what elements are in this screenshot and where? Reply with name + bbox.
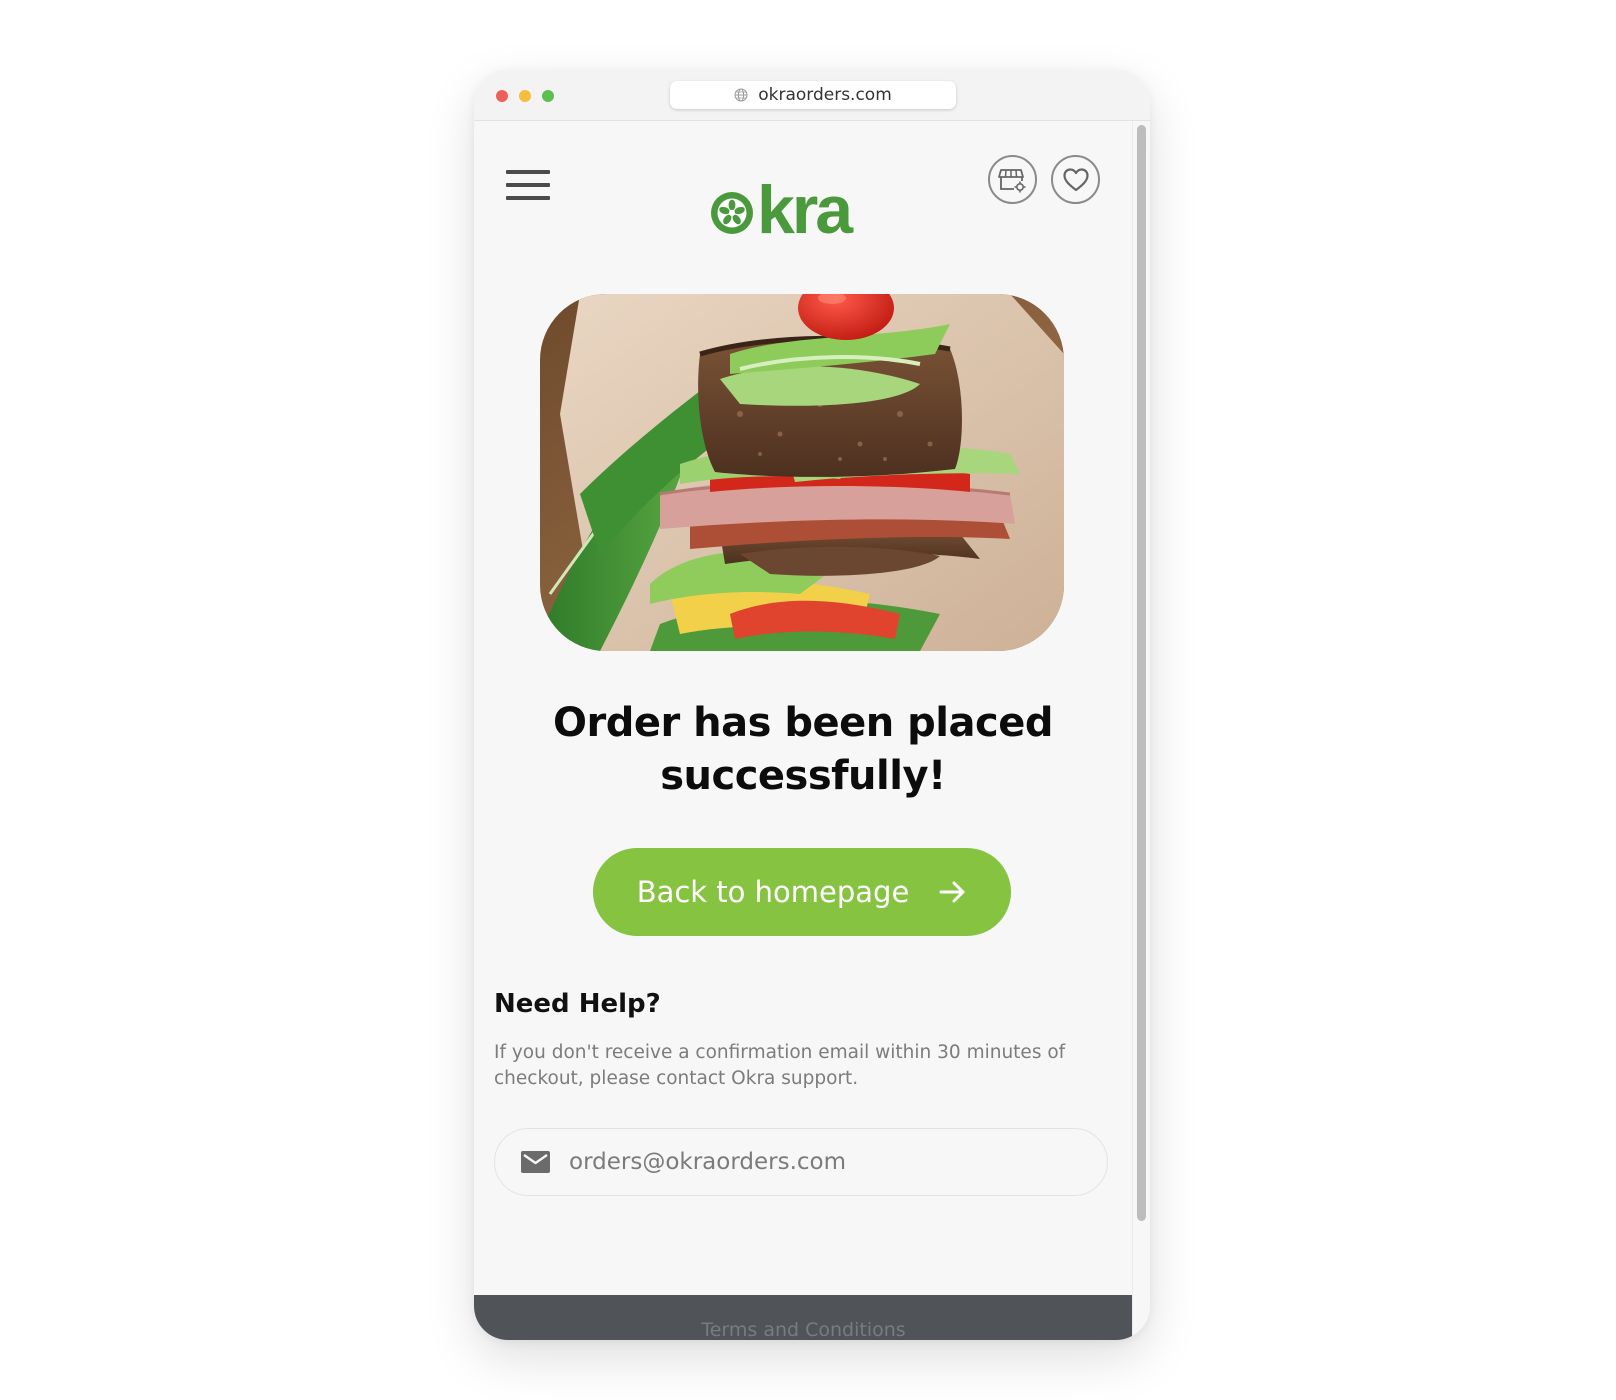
page-footer: Terms and Conditions xyxy=(474,1295,1133,1340)
hamburger-menu-icon[interactable] xyxy=(506,170,550,202)
back-to-homepage-label: Back to homepage xyxy=(636,875,910,909)
heart-icon xyxy=(1062,167,1089,191)
headline-line-2: successfully! xyxy=(660,753,946,799)
need-help-title: Need Help? xyxy=(494,989,661,1019)
favorites-button[interactable] xyxy=(1051,155,1100,204)
browser-titlebar: okraorders.com xyxy=(474,70,1150,121)
page-viewport: kra Order has been placed successfully! … xyxy=(474,121,1133,1340)
support-email-field[interactable]: orders@okraorders.com xyxy=(494,1128,1108,1196)
help-text-line-1: If you don't receive a confirmation emai… xyxy=(494,1042,1066,1063)
browser-window: okraorders.com kra Order has been placed… xyxy=(474,70,1150,1340)
minimize-window-button[interactable] xyxy=(519,90,531,102)
mail-icon xyxy=(521,1151,550,1173)
help-text-line-2: checkout, please contact Okra support. xyxy=(494,1068,859,1089)
url-text: okraorders.com xyxy=(758,85,892,105)
store-settings-icon xyxy=(997,168,1025,192)
close-window-button[interactable] xyxy=(496,90,508,102)
support-email-text: orders@okraorders.com xyxy=(569,1149,846,1175)
maximize-window-button[interactable] xyxy=(542,90,554,102)
store-settings-button[interactable] xyxy=(988,155,1037,204)
headline-line-1: Order has been placed xyxy=(553,700,1053,746)
help-description: If you don't receive a confirmation emai… xyxy=(494,1040,1112,1092)
okra-logo[interactable]: kra xyxy=(706,169,886,241)
back-to-homepage-button[interactable]: Back to homepage xyxy=(593,848,1011,936)
arrow-right-icon xyxy=(939,881,965,903)
svg-text:kra: kra xyxy=(757,172,854,241)
sandwich-illustration xyxy=(540,294,1064,651)
scrollbar[interactable] xyxy=(1132,121,1150,1340)
address-bar[interactable]: okraorders.com xyxy=(670,81,956,109)
terms-and-conditions-link[interactable]: Terms and Conditions xyxy=(474,1319,1133,1340)
hero-image xyxy=(540,294,1064,651)
scrollbar-thumb[interactable] xyxy=(1137,125,1146,1221)
globe-icon xyxy=(734,88,748,102)
order-success-headline: Order has been placed successfully! xyxy=(504,697,1102,803)
